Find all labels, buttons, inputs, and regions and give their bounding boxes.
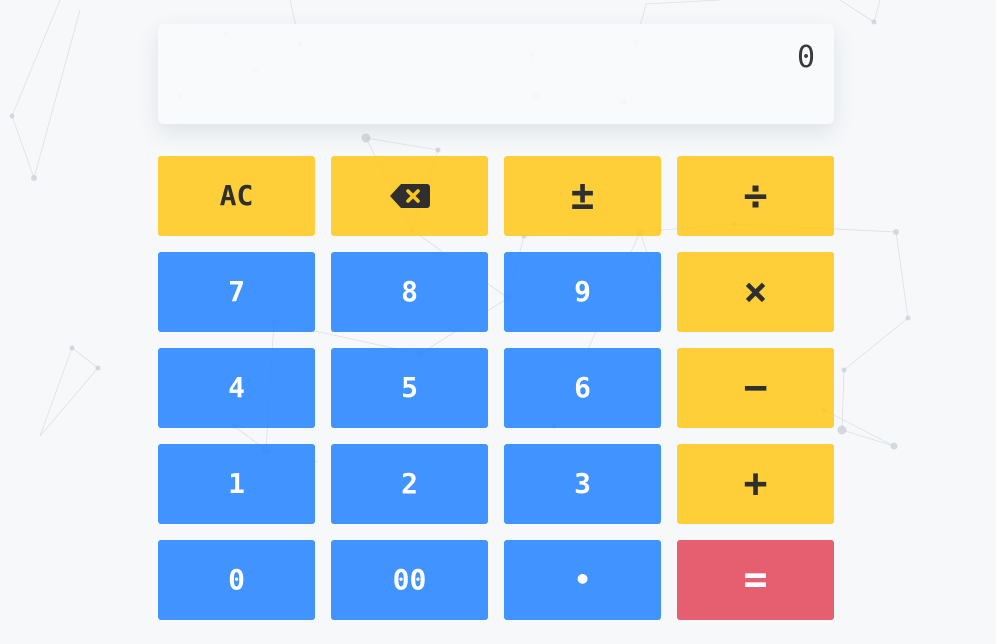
digit-3-button[interactable]: 3 bbox=[504, 444, 661, 524]
plus-label: + bbox=[743, 461, 768, 507]
decimal-label: • bbox=[574, 563, 591, 596]
minus-button[interactable]: − bbox=[677, 348, 834, 428]
digit-7-button[interactable]: 7 bbox=[158, 252, 315, 332]
digit-9-button[interactable]: 9 bbox=[504, 252, 661, 332]
minus-label: − bbox=[743, 365, 768, 411]
digit-5-label: 5 bbox=[401, 371, 418, 404]
keypad: AC ± ÷ 7 8 9 × 4 5 6 − 1 2 3 + 0 00 • = bbox=[158, 156, 834, 620]
digit-0-button[interactable]: 0 bbox=[158, 540, 315, 620]
backspace-button[interactable] bbox=[331, 156, 488, 236]
divide-button[interactable]: ÷ bbox=[677, 156, 834, 236]
digit-8-button[interactable]: 8 bbox=[331, 252, 488, 332]
plus-minus-label: ± bbox=[570, 173, 595, 219]
divide-label: ÷ bbox=[743, 173, 768, 219]
equals-label: = bbox=[743, 557, 768, 603]
digit-7-label: 7 bbox=[228, 275, 245, 308]
digit-3-label: 3 bbox=[574, 467, 591, 500]
decimal-button[interactable]: • bbox=[504, 540, 661, 620]
digit-5-button[interactable]: 5 bbox=[331, 348, 488, 428]
digit-9-label: 9 bbox=[574, 275, 591, 308]
digit-8-label: 8 bbox=[401, 275, 418, 308]
double-zero-label: 00 bbox=[392, 563, 427, 596]
display-value: 0 bbox=[796, 40, 816, 75]
all-clear-label: AC bbox=[219, 179, 254, 212]
backspace-icon bbox=[389, 183, 431, 209]
double-zero-button[interactable]: 00 bbox=[331, 540, 488, 620]
digit-6-label: 6 bbox=[574, 371, 591, 404]
calculator-display: 0 bbox=[158, 24, 834, 124]
multiply-label: × bbox=[743, 269, 768, 315]
digit-2-label: 2 bbox=[401, 467, 418, 500]
plus-minus-button[interactable]: ± bbox=[504, 156, 661, 236]
digit-4-label: 4 bbox=[228, 371, 245, 404]
digit-1-label: 1 bbox=[228, 467, 245, 500]
digit-2-button[interactable]: 2 bbox=[331, 444, 488, 524]
digit-6-button[interactable]: 6 bbox=[504, 348, 661, 428]
all-clear-button[interactable]: AC bbox=[158, 156, 315, 236]
digit-4-button[interactable]: 4 bbox=[158, 348, 315, 428]
digit-1-button[interactable]: 1 bbox=[158, 444, 315, 524]
equals-button[interactable]: = bbox=[677, 540, 834, 620]
calculator-app: 0 AC ± ÷ 7 8 9 × 4 5 6 − 1 2 3 + 0 00 • … bbox=[0, 0, 996, 644]
plus-button[interactable]: + bbox=[677, 444, 834, 524]
multiply-button[interactable]: × bbox=[677, 252, 834, 332]
digit-0-label: 0 bbox=[228, 563, 245, 596]
